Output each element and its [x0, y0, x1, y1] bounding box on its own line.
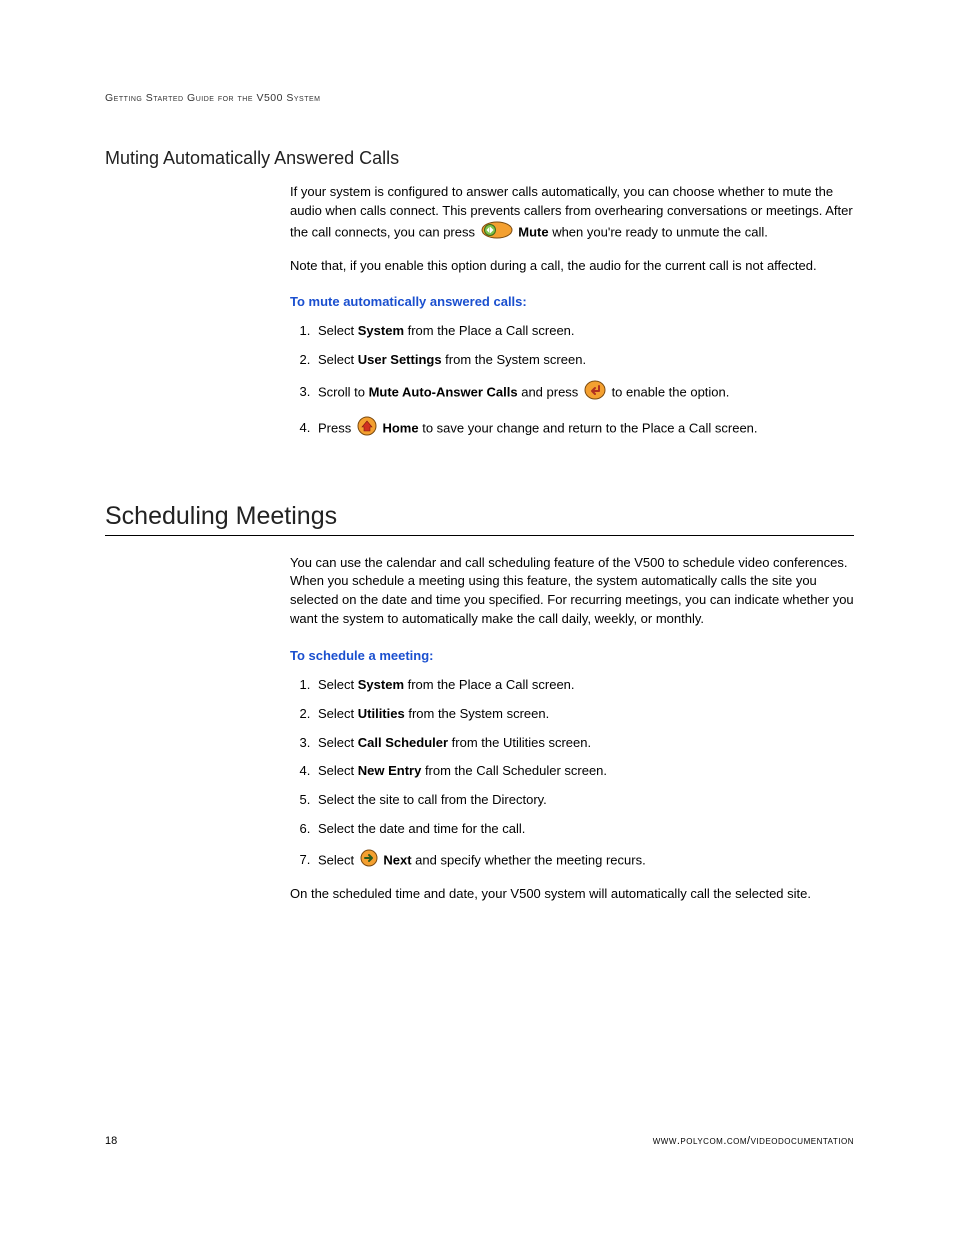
section2-body: You can use the calendar and call schedu…	[290, 554, 854, 904]
text: from the Call Scheduler screen.	[421, 763, 607, 778]
text: from the System screen.	[442, 352, 587, 367]
text: from the System screen.	[405, 706, 550, 721]
text: from the Utilities screen.	[448, 735, 591, 750]
step-item: Select System from the Place a Call scre…	[314, 322, 854, 341]
para-scheduling-intro: You can use the calendar and call schedu…	[290, 554, 854, 629]
text: and specify whether the meeting recurs.	[412, 852, 646, 867]
task-heading-schedule: To schedule a meeting:	[290, 647, 854, 666]
para-intro-1: If your system is configured to answer c…	[290, 183, 854, 245]
subheading-muting: Muting Automatically Answered Calls	[105, 148, 854, 169]
para-note: Note that, if you enable this option dur…	[290, 257, 854, 276]
step-item: Scroll to Mute Auto-Answer Calls and pre…	[314, 380, 854, 406]
step-item: Select User Settings from the System scr…	[314, 351, 854, 370]
text: Select	[318, 852, 358, 867]
document-page: Getting Started Guide for the V500 Syste…	[0, 0, 954, 1235]
text-bold: New Entry	[358, 763, 422, 778]
section1-body: If your system is configured to answer c…	[290, 183, 854, 442]
text: Select	[318, 677, 358, 692]
step-item: Press Home to save your change and retur…	[314, 416, 854, 442]
footer-url: www.polycom.com/videodocumentation	[653, 1135, 854, 1147]
mute-button-icon	[481, 221, 513, 245]
text: and press	[518, 384, 582, 399]
step-item: Select the date and time for the call.	[314, 820, 854, 839]
task-heading-mute: To mute automatically answered calls:	[290, 293, 854, 312]
text: when you're ready to unmute the call.	[549, 224, 768, 239]
text-bold: User Settings	[358, 352, 442, 367]
text: Scroll to	[318, 384, 369, 399]
text: Select	[318, 735, 358, 750]
step-item: Select New Entry from the Call Scheduler…	[314, 762, 854, 781]
next-arrow-icon	[360, 849, 378, 873]
text: from the Place a Call screen.	[404, 677, 575, 692]
text: Select	[318, 323, 358, 338]
step-item: Select Call Scheduler from the Utilities…	[314, 734, 854, 753]
page-number: 18	[105, 1135, 117, 1147]
text-bold: Mute Auto-Answer Calls	[369, 384, 518, 399]
text: from the Place a Call screen.	[404, 323, 575, 338]
para-closing: On the scheduled time and date, your V50…	[290, 885, 854, 904]
text-bold: System	[358, 677, 404, 692]
text: Select	[318, 763, 358, 778]
page-footer: 18 www.polycom.com/videodocumentation	[105, 1135, 854, 1147]
text: Select	[318, 706, 358, 721]
text: to save your change and return to the Pl…	[419, 420, 758, 435]
step-item: Select System from the Place a Call scre…	[314, 676, 854, 695]
steps-mute: Select System from the Place a Call scre…	[290, 322, 854, 441]
text-bold: Home	[382, 420, 418, 435]
step-item: Select Utilities from the System screen.	[314, 705, 854, 724]
text: to enable the option.	[612, 384, 730, 399]
steps-schedule: Select System from the Place a Call scre…	[290, 676, 854, 873]
step-item: Select Next and specify whether the meet…	[314, 849, 854, 873]
text: Select	[318, 352, 358, 367]
mute-label: Mute	[518, 224, 548, 239]
home-button-icon	[357, 416, 377, 442]
text-bold: Next	[383, 852, 411, 867]
text-bold: Utilities	[358, 706, 405, 721]
text: Press	[318, 420, 355, 435]
enter-button-icon	[584, 380, 606, 406]
step-item: Select the site to call from the Directo…	[314, 791, 854, 810]
heading-scheduling: Scheduling Meetings	[105, 502, 854, 536]
text-bold: Call Scheduler	[358, 735, 448, 750]
running-header: Getting Started Guide for the V500 Syste…	[105, 92, 854, 104]
text-bold: System	[358, 323, 404, 338]
